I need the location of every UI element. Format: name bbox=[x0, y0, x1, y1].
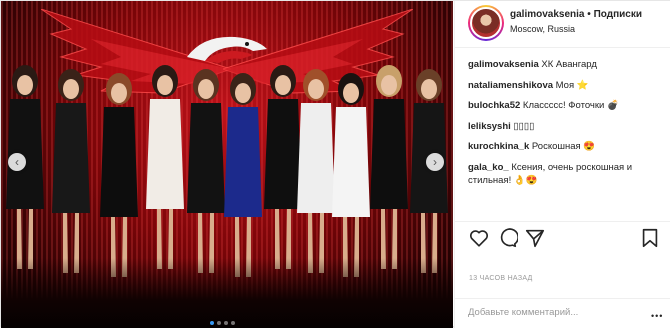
person-silhouette bbox=[100, 73, 138, 277]
like-button[interactable] bbox=[468, 227, 490, 249]
add-comment-bar: ••• bbox=[455, 298, 670, 328]
carousel-dot[interactable] bbox=[224, 321, 228, 325]
stage-floor bbox=[1, 258, 453, 328]
post-sidebar: galimovaksenia • Подписки Moscow, Russia… bbox=[454, 1, 670, 328]
chevron-left-icon: ‹ bbox=[15, 155, 19, 169]
share-icon bbox=[525, 229, 545, 248]
person-silhouette bbox=[332, 73, 370, 277]
carousel-indicator bbox=[210, 321, 235, 325]
comment-row: kurochkina_k Роскошная 😍 bbox=[468, 140, 664, 153]
comment-text: ▯▯▯▯ bbox=[513, 120, 535, 132]
comment-text: ХК Авангард bbox=[541, 59, 597, 70]
comment-row: galimovaksenia ХК Авангард bbox=[468, 58, 664, 71]
bookmark-icon bbox=[642, 228, 658, 248]
save-button[interactable] bbox=[639, 227, 661, 249]
comment-text: Классссс! Фоточки 💣 bbox=[522, 100, 619, 111]
carousel-dot[interactable] bbox=[210, 321, 214, 325]
username-link[interactable]: galimovaksenia bbox=[510, 9, 584, 20]
comment-button[interactable] bbox=[496, 227, 519, 249]
comment-username[interactable]: kurochkina_k bbox=[468, 141, 529, 152]
comment-username[interactable]: leliksyshi bbox=[468, 121, 511, 132]
person-silhouette bbox=[52, 69, 90, 273]
person-silhouette bbox=[187, 69, 225, 273]
post-author: galimovaksenia • Подписки bbox=[510, 9, 642, 20]
post-timestamp[interactable]: 13 часов назад bbox=[469, 275, 533, 282]
person-silhouette bbox=[410, 69, 448, 273]
post-window: ‹ › galimovaksenia • Подписки Moscow, Ru… bbox=[0, 0, 670, 328]
comment-text: Моя ⭐ bbox=[555, 79, 589, 91]
carousel-prev-button[interactable]: ‹ bbox=[8, 153, 26, 171]
comment-row: bulochka52 Классссс! Фоточки 💣 bbox=[468, 99, 664, 112]
person-silhouette bbox=[297, 69, 335, 273]
chevron-right-icon: › bbox=[433, 155, 437, 169]
avatar[interactable] bbox=[470, 7, 502, 39]
comment-row: gala_ko_ Ксения, очень роскошная и стиль… bbox=[468, 161, 664, 187]
avatar-story-ring[interactable] bbox=[468, 5, 504, 41]
comment-row: leliksyshi ▯▯▯▯ bbox=[468, 120, 664, 133]
comment-input[interactable] bbox=[468, 307, 618, 318]
comment-row: nataliamenshikova Моя ⭐ bbox=[468, 79, 664, 92]
post-photo[interactable]: ‹ › bbox=[1, 1, 453, 328]
carousel-dot[interactable] bbox=[217, 321, 221, 325]
separator-dot: • bbox=[587, 9, 591, 20]
location-link[interactable]: Moscow, Russia bbox=[510, 24, 575, 34]
following-button[interactable]: Подписки bbox=[594, 9, 642, 20]
action-bar bbox=[455, 221, 670, 255]
heart-icon bbox=[469, 230, 489, 247]
share-button[interactable] bbox=[524, 227, 546, 249]
carousel-dot[interactable] bbox=[231, 321, 235, 325]
comment-username[interactable]: bulochka52 bbox=[468, 100, 520, 111]
more-options-icon[interactable]: ••• bbox=[651, 311, 663, 321]
person-silhouette bbox=[370, 65, 408, 269]
post-header: galimovaksenia • Подписки Moscow, Russia bbox=[455, 1, 670, 48]
comments-list: galimovaksenia ХК Авангард nataliamenshik… bbox=[468, 58, 664, 194]
comment-username[interactable]: nataliamenshikova bbox=[468, 80, 553, 91]
comment-username[interactable]: gala_ko_ bbox=[468, 162, 509, 173]
person-silhouette bbox=[224, 73, 262, 277]
person-silhouette bbox=[264, 65, 302, 269]
carousel-next-button[interactable]: › bbox=[426, 153, 444, 171]
person-silhouette bbox=[146, 65, 184, 269]
comment-username[interactable]: galimovaksenia bbox=[468, 59, 539, 70]
comment-text: Роскошная 😍 bbox=[531, 141, 596, 152]
comment-icon bbox=[500, 228, 519, 248]
